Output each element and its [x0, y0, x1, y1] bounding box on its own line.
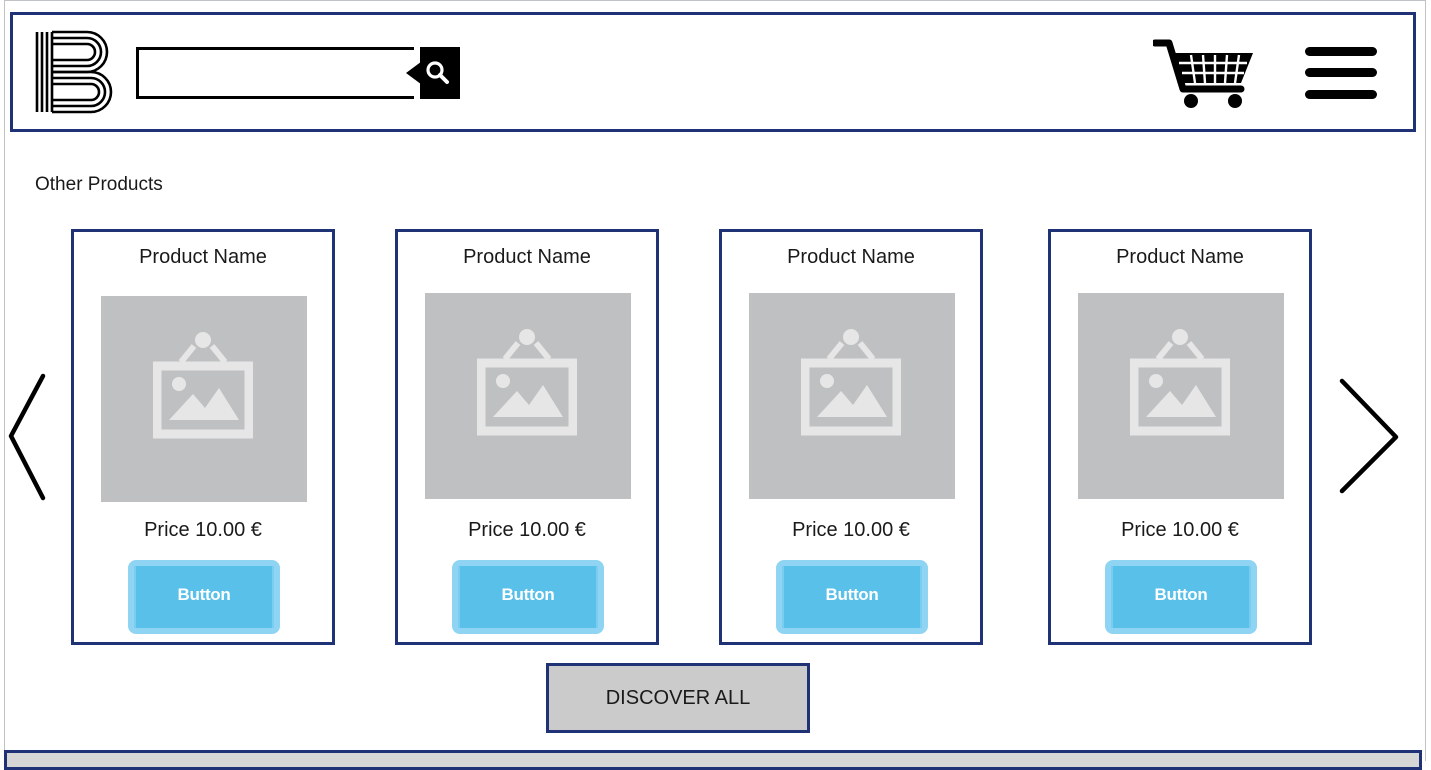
chevron-left-icon[interactable] [5, 370, 49, 504]
search-bar [136, 47, 460, 99]
footer-band [4, 750, 1422, 770]
product-name: Product Name [463, 246, 591, 268]
product-name: Product Name [1116, 246, 1244, 268]
product-button[interactable]: Button [776, 560, 928, 634]
brand-logo-icon[interactable] [35, 30, 117, 114]
product-price: Price 10.00 € [792, 519, 910, 541]
product-price: Price 10.00 € [468, 519, 586, 541]
product-button-label: Button [1111, 566, 1251, 628]
search-icon [426, 61, 449, 84]
product-name: Product Name [787, 246, 915, 268]
product-price: Price 10.00 € [1121, 519, 1239, 541]
product-image[interactable] [749, 293, 955, 499]
section-title: Other Products [35, 174, 163, 195]
discover-all-button[interactable]: DISCOVER ALL [546, 663, 810, 733]
product-button[interactable]: Button [128, 560, 280, 634]
product-name: Product Name [139, 246, 267, 268]
image-placeholder-icon [801, 329, 901, 436]
hamburger-menu-icon[interactable] [1305, 45, 1379, 101]
product-button[interactable]: Button [1105, 560, 1257, 634]
product-button[interactable]: Button [452, 560, 604, 634]
product-button-label: Button [134, 566, 274, 628]
product-button-label: Button [782, 566, 922, 628]
product-card: Product Name Price 10.00 € Button [395, 229, 659, 645]
product-image[interactable] [1078, 293, 1284, 499]
search-input[interactable] [136, 47, 414, 99]
product-card: Product Name Price 10.00 € Button [1048, 229, 1312, 645]
product-price: Price 10.00 € [144, 519, 262, 541]
product-card: Product Name Price 10.00 € Button [719, 229, 983, 645]
site-header [10, 12, 1416, 132]
image-placeholder-icon [153, 332, 253, 439]
product-card: Product Name Price 10.00 € Button [71, 229, 335, 645]
product-image[interactable] [425, 293, 631, 499]
shopping-cart-icon[interactable] [1153, 37, 1257, 109]
product-button-label: Button [458, 566, 598, 628]
image-placeholder-icon [477, 329, 577, 436]
chevron-right-icon[interactable] [1336, 375, 1402, 497]
image-placeholder-icon [1130, 329, 1230, 436]
product-image[interactable] [101, 296, 307, 502]
